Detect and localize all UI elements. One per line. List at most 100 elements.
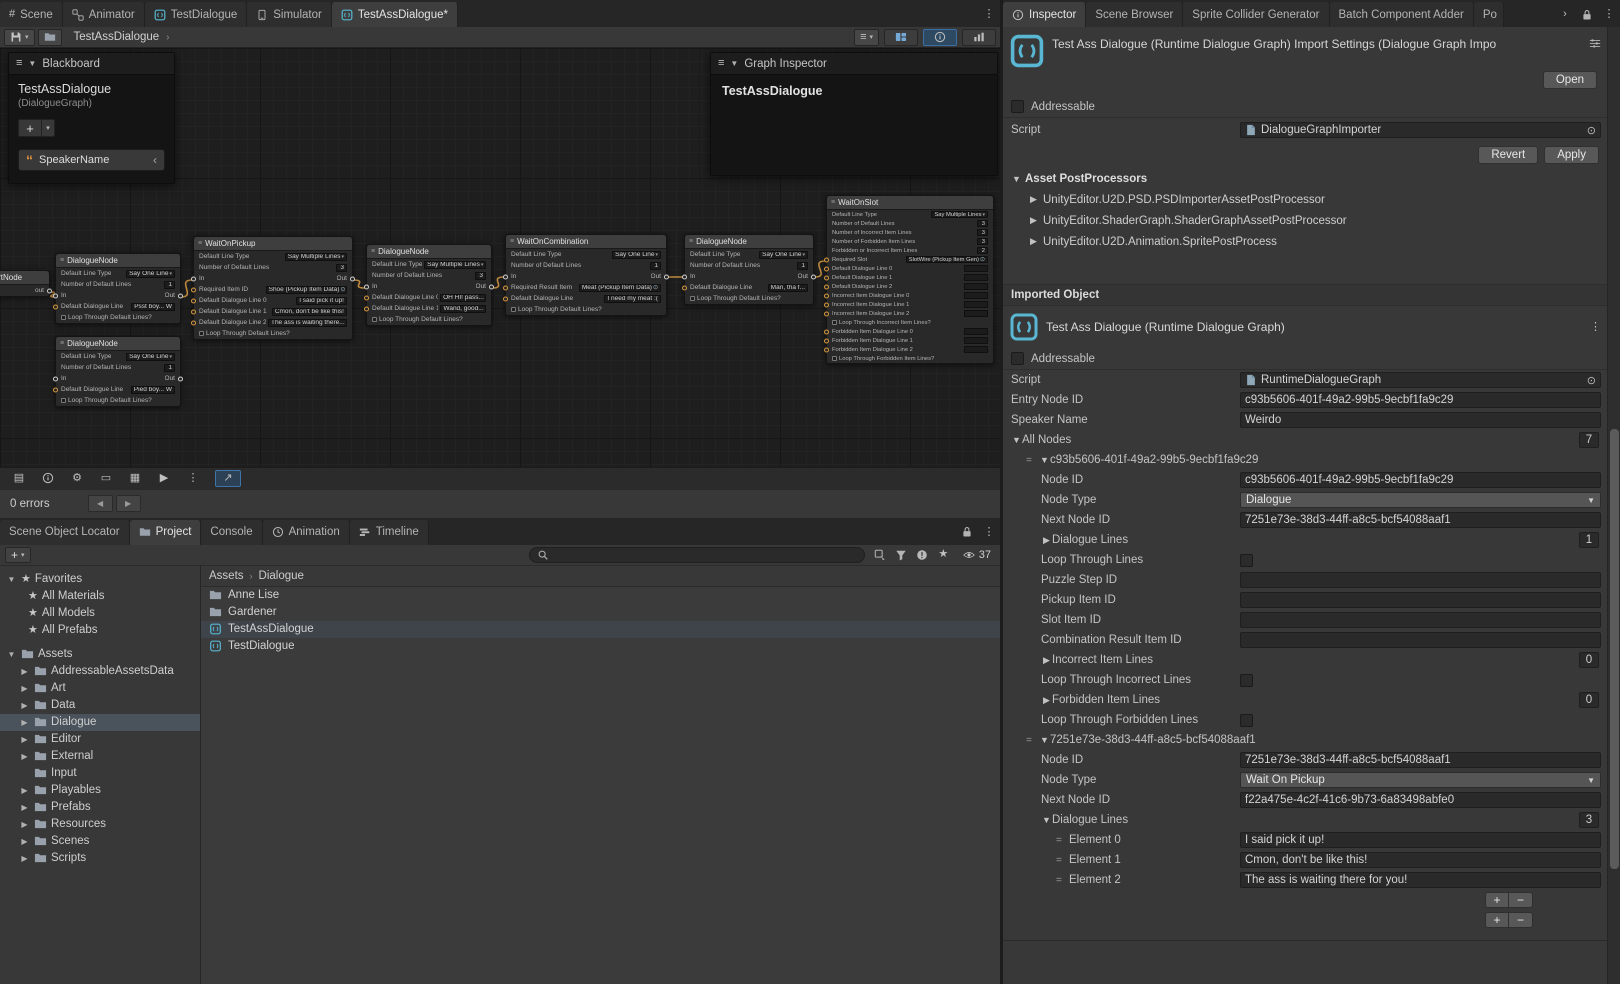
blackboard-panel[interactable]: ≡ ▼ Blackboard TestAssDialogue (Dialogue… bbox=[8, 52, 175, 184]
tab-animator[interactable]: Animator bbox=[63, 2, 145, 27]
tree-item-addressableassetsdata[interactable]: ▶AddressableAssetsData bbox=[0, 663, 200, 680]
foldout-dialogue-lines[interactable]: ▶Dialogue Lines1 bbox=[1003, 530, 1607, 550]
node-checkbox[interactable] bbox=[511, 307, 516, 312]
node-dropdown[interactable]: Say Multiple Lines▾ bbox=[931, 211, 988, 218]
foldout-dialogue-lines[interactable]: ▼Dialogue Lines3 bbox=[1003, 810, 1607, 830]
input-port[interactable] bbox=[682, 274, 687, 279]
project-search-field[interactable] bbox=[529, 547, 865, 563]
node-title-bar[interactable]: ≡StartNode bbox=[0, 271, 49, 285]
more-options-button[interactable]: ⋮ bbox=[180, 470, 206, 487]
data-input-port[interactable] bbox=[364, 295, 369, 300]
asset-item-testassdialogue[interactable]: TestAssDialogue bbox=[201, 621, 1000, 638]
tree-item-external[interactable]: ▶External bbox=[0, 748, 200, 765]
node-title-bar[interactable]: ≡WaitOnPickup bbox=[194, 237, 352, 251]
postprocessor-foldout[interactable]: ▶UnityEditor.U2D.PSD.PSDImporterAssetPos… bbox=[1003, 189, 1607, 210]
visibility-toggle-button[interactable]: 37 bbox=[959, 549, 995, 561]
graph-inspector-header[interactable]: ≡ ▼ Graph Inspector bbox=[711, 53, 997, 75]
tree-item-playables[interactable]: ▶Playables bbox=[0, 782, 200, 799]
graph-inspector-panel[interactable]: ≡ ▼ Graph Inspector TestAssDialogue bbox=[710, 52, 998, 176]
node-number-field[interactable]: 3 bbox=[977, 220, 988, 227]
tab-console[interactable]: Console bbox=[201, 520, 262, 545]
checkbox[interactable] bbox=[1240, 714, 1253, 727]
presets-icon[interactable] bbox=[1589, 33, 1601, 49]
tab-testassdialogue[interactable]: TestAssDialogue* bbox=[332, 2, 458, 27]
tree-item-editor[interactable]: ▶Editor bbox=[0, 731, 200, 748]
tree-item-all-models[interactable]: ★All Models bbox=[0, 605, 200, 622]
node-title-bar[interactable]: ≡WaitOnSlot bbox=[827, 196, 993, 210]
graph-node-dialoguenode-6[interactable]: ≡DialogueNodeDefault Line TypeSay One Li… bbox=[684, 234, 814, 305]
postprocessor-foldout[interactable]: ▶UnityEditor.ShaderGraph.ShaderGraphAsse… bbox=[1003, 210, 1607, 231]
toggle-preview-button[interactable] bbox=[962, 29, 996, 46]
data-input-port[interactable] bbox=[824, 311, 829, 316]
checkbox[interactable] bbox=[1240, 554, 1253, 567]
foldout-closed-arrow-icon[interactable]: ▶ bbox=[19, 735, 30, 744]
foldout-closed-arrow-icon[interactable]: ▶ bbox=[19, 667, 30, 676]
node-text-field[interactable] bbox=[964, 301, 988, 308]
frame-all-button[interactable]: ▭ bbox=[93, 470, 119, 487]
foldout-all-nodes[interactable]: ▼All Nodes7 bbox=[1003, 430, 1607, 450]
node-text-field[interactable] bbox=[964, 337, 988, 344]
node-text-field[interactable] bbox=[964, 283, 988, 290]
graph-node-dialoguenode-2[interactable]: ≡DialogueNodeDefault Line TypeSay One Li… bbox=[55, 336, 181, 407]
asset-postprocessors-foldout[interactable]: ▼ Asset PostProcessors bbox=[1003, 168, 1607, 189]
previous-error-button[interactable]: ◀ bbox=[88, 495, 113, 512]
object-picker-icon[interactable]: ⊙ bbox=[980, 256, 985, 263]
inspector-panel-button[interactable] bbox=[35, 470, 61, 487]
array-size-field[interactable]: 0 bbox=[1579, 692, 1599, 708]
tree-item-scripts[interactable]: ▶Scripts bbox=[0, 850, 200, 867]
data-input-port[interactable] bbox=[53, 387, 58, 392]
dropdown-field[interactable]: Wait On Pickup▼ bbox=[1240, 772, 1601, 788]
drag-handle-icon[interactable]: = bbox=[1026, 735, 1039, 746]
tab-scene[interactable]: #Scene bbox=[0, 2, 63, 27]
postprocessor-foldout[interactable]: ▶UnityEditor.U2D.Animation.SpritePostPro… bbox=[1003, 231, 1607, 252]
node-number-field[interactable]: 1 bbox=[797, 262, 808, 270]
script-object-field[interactable]: DialogueGraphImporter ⊙ bbox=[1240, 122, 1601, 138]
text-field[interactable] bbox=[1240, 592, 1601, 608]
tree-item-art[interactable]: ▶Art bbox=[0, 680, 200, 697]
node-number-field[interactable]: 3 bbox=[336, 264, 347, 272]
tab-simulator[interactable]: Simulator bbox=[247, 2, 332, 27]
panel-menu-button[interactable]: ⋮ bbox=[978, 520, 1000, 545]
apply-button[interactable]: Apply bbox=[1544, 146, 1599, 164]
data-input-port[interactable] bbox=[53, 304, 58, 309]
node-entry-foldout[interactable]: =▼7251e73e-38d3-44ff-a8c5-bcf54088aaf1 bbox=[1003, 730, 1607, 750]
text-field[interactable]: I said pick it up! bbox=[1240, 832, 1601, 848]
object-picker-icon[interactable]: ⊙ bbox=[1587, 374, 1596, 387]
blackboard-header[interactable]: ≡ ▼ Blackboard bbox=[9, 53, 174, 75]
search-input[interactable] bbox=[554, 549, 857, 561]
output-port[interactable] bbox=[47, 288, 52, 293]
grid-toggle-button[interactable]: ▦ bbox=[122, 470, 148, 487]
foldout-closed-arrow-icon[interactable]: ▶ bbox=[19, 786, 30, 795]
tab-timeline[interactable]: Timeline bbox=[350, 520, 429, 545]
node-text-field[interactable] bbox=[964, 328, 988, 335]
data-input-port[interactable] bbox=[824, 266, 829, 271]
node-text-field[interactable] bbox=[964, 346, 988, 353]
graph-node-startnode-0[interactable]: ≡StartNodeout bbox=[0, 270, 50, 297]
input-port[interactable] bbox=[364, 284, 369, 289]
node-text-field[interactable]: I need my meat :( bbox=[604, 295, 661, 303]
open-button[interactable]: Open bbox=[1543, 71, 1597, 89]
graph-canvas[interactable]: ≡StartNodeout ≡DialogueNodeDefault Line T… bbox=[0, 48, 1000, 467]
text-field[interactable] bbox=[1240, 572, 1601, 588]
node-dropdown[interactable]: Say Multiple Lines▾ bbox=[424, 261, 486, 269]
pick-asset-type-button[interactable] bbox=[870, 546, 891, 563]
text-field[interactable] bbox=[1240, 632, 1601, 648]
graph-node-waitonpickup-3[interactable]: ≡WaitOnPickupDefault Line TypeSay Multip… bbox=[193, 236, 353, 340]
tab-overflow-button[interactable]: ⋮ bbox=[978, 2, 1000, 27]
tree-item-all-prefabs[interactable]: ★All Prefabs bbox=[0, 622, 200, 639]
node-text-field[interactable]: Pied boy... W bbox=[131, 386, 175, 394]
text-field[interactable]: f22a475e-4c2f-41c6-9b73-6a83498abfe0 bbox=[1240, 792, 1601, 808]
collapse-left-arrow-icon[interactable]: ‹ bbox=[153, 153, 157, 167]
text-field[interactable]: 7251e73e-38d3-44ff-a8c5-bcf54088aaf1 bbox=[1240, 752, 1601, 768]
breadcrumb-item[interactable]: TestAssDialogue bbox=[74, 31, 160, 43]
scrollbar-thumb[interactable] bbox=[1610, 429, 1619, 869]
foldout-closed-arrow-icon[interactable]: ▶ bbox=[19, 752, 30, 761]
node-dropdown[interactable]: Say Multiple Lines▾ bbox=[285, 253, 347, 261]
tree-item-prefabs[interactable]: ▶Prefabs bbox=[0, 799, 200, 816]
output-port[interactable] bbox=[350, 276, 355, 281]
data-input-port[interactable] bbox=[191, 298, 196, 303]
drag-handle-icon[interactable]: = bbox=[1056, 855, 1069, 866]
node-number-field[interactable]: 1 bbox=[164, 364, 175, 372]
foldout-incorrect-item-lines[interactable]: ▶Incorrect Item Lines0 bbox=[1003, 650, 1607, 670]
data-input-port[interactable] bbox=[824, 329, 829, 334]
